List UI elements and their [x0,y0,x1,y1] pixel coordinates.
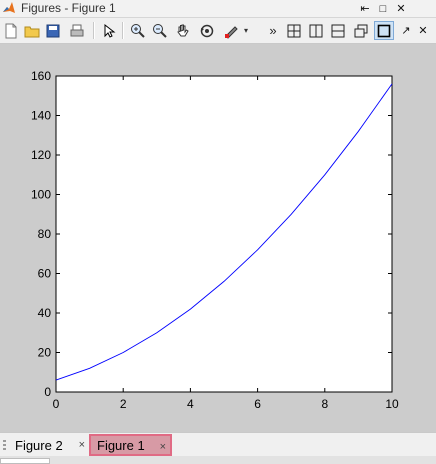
top-bottom-layout-icon[interactable] [328,21,348,40]
save-icon[interactable] [43,21,63,40]
x-tick-label: 6 [254,397,261,411]
close-icon[interactable]: × [79,439,85,451]
x-tick-label: 0 [53,397,60,411]
float-windows-icon[interactable] [351,21,371,40]
figure-toolbar: ▾ » ↗ ✕ [0,18,436,44]
tab-label: Figure 2 [15,437,63,453]
more-tools-icon[interactable]: » [266,21,280,40]
left-right-layout-icon[interactable] [306,21,326,40]
y-tick-label: 80 [38,227,52,241]
status-strip [0,456,436,464]
maximize-icon[interactable]: □ [374,0,392,17]
y-tick-label: 160 [31,69,51,83]
y-tick-label: 100 [31,188,51,202]
y-tick-label: 60 [38,267,52,281]
undock-arrow-icon[interactable]: ⇤ [356,0,374,17]
close-icon[interactable]: × [160,441,166,453]
window-title: Figures - Figure 1 [21,1,116,15]
zoom-out-icon[interactable] [150,21,170,40]
close-button[interactable]: ✕ [392,0,410,17]
drag-grip-icon[interactable] [3,440,6,452]
tab-figure-2[interactable]: Figure 2 × [9,434,89,456]
x-tick-label: 4 [187,397,194,411]
zoom-in-icon[interactable] [128,21,148,40]
y-tick-label: 40 [38,306,52,320]
x-tick-label: 10 [385,397,399,411]
toolbar-separator [93,22,95,39]
tab-label: Figure 1 [97,437,145,453]
data-cursor-icon[interactable] [221,21,241,40]
axes-background [55,75,393,393]
y-tick-label: 140 [31,109,51,123]
figure-canvas: 0 20 40 60 80 100 120 140 160 0 2 4 6 8 10 [0,44,436,432]
matlab-logo-icon [3,2,15,13]
pan-hand-icon[interactable] [173,21,193,40]
y-tick-label: 0 [44,385,51,399]
open-file-icon[interactable] [22,21,42,40]
x-tick-label: 8 [321,397,328,411]
edit-plot-arrow-icon[interactable] [99,21,119,40]
status-segment [0,458,50,464]
new-figure-icon[interactable] [1,21,21,40]
y-tick-label: 120 [31,148,51,162]
tab-figure-1[interactable]: Figure 1 × [89,434,172,456]
line-plot: 0 20 40 60 80 100 120 140 160 0 2 4 6 8 10 [31,69,399,411]
data-cursor-dropdown-icon[interactable]: ▾ [240,21,252,40]
y-tick-label: 20 [38,346,52,360]
toolbar-separator [122,22,124,39]
dock-arrow-icon[interactable]: ↗ [398,21,414,40]
tile-layout-icon[interactable] [284,21,304,40]
rotate-3d-icon[interactable] [197,21,217,40]
x-tick-label: 2 [120,397,127,411]
print-icon[interactable] [67,21,87,40]
maximize-figure-icon[interactable] [374,21,394,40]
figure-tab-bar: Figure 2 × Figure 1 × [0,432,436,457]
close-icon[interactable]: ✕ [415,21,431,40]
title-bar: Figures - Figure 1 ⇤ □ ✕ [0,0,436,18]
